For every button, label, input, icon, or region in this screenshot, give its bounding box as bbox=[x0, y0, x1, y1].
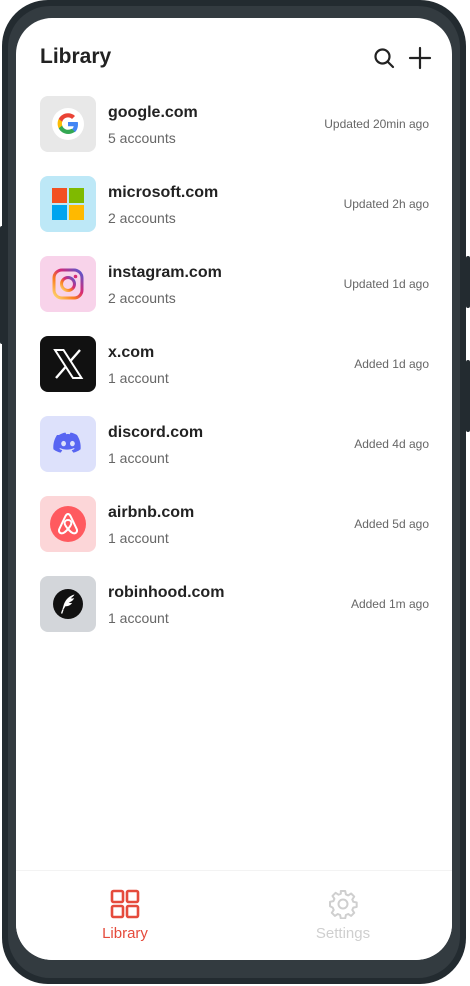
item-count: 5 accounts bbox=[108, 130, 176, 146]
item-meta: Updated 20min ago bbox=[324, 117, 429, 131]
discord-icon bbox=[53, 432, 81, 453]
list-item-discord[interactable]: discord.com 1 account Added 4d ago bbox=[16, 416, 452, 496]
discord-tile bbox=[40, 416, 96, 472]
search-icon[interactable] bbox=[372, 46, 396, 70]
tab-library-label: Library bbox=[102, 925, 148, 942]
item-count: 2 accounts bbox=[108, 290, 176, 306]
item-meta: Added 5d ago bbox=[354, 517, 429, 531]
x-icon bbox=[53, 349, 84, 379]
list-item-microsoft[interactable]: microsoft.com 2 accounts Updated 2h ago bbox=[16, 176, 452, 256]
item-domain: discord.com bbox=[108, 424, 204, 441]
item-count: 1 account bbox=[108, 370, 169, 386]
add-icon[interactable] bbox=[408, 46, 432, 70]
microsoft-icon bbox=[52, 188, 84, 220]
page-title: Library bbox=[40, 45, 112, 68]
grid-icon bbox=[110, 889, 140, 919]
phone-side-button-right-bottom bbox=[466, 360, 470, 432]
item-domain: robinhood.com bbox=[108, 584, 225, 601]
item-count: 1 account bbox=[108, 450, 169, 466]
item-domain: airbnb.com bbox=[108, 504, 195, 521]
robinhood-tile bbox=[40, 576, 96, 632]
item-domain: instagram.com bbox=[108, 264, 222, 281]
instagram-icon bbox=[52, 268, 84, 300]
item-count: 1 account bbox=[108, 530, 169, 546]
tab-library[interactable]: Library bbox=[16, 871, 234, 960]
tab-bar: Library Settings bbox=[16, 870, 452, 960]
microsoft-tile bbox=[40, 176, 96, 232]
airbnb-tile bbox=[40, 496, 96, 552]
item-meta: Added 1d ago bbox=[354, 357, 429, 371]
item-count: 1 account bbox=[108, 610, 169, 626]
google-tile bbox=[40, 96, 96, 152]
item-domain: microsoft.com bbox=[108, 184, 219, 201]
tab-settings-label: Settings bbox=[315, 925, 371, 942]
item-meta: Added 1m ago bbox=[350, 597, 429, 611]
item-domain: google.com bbox=[108, 104, 198, 121]
item-meta: Updated 1d ago bbox=[343, 277, 429, 291]
list-item-google[interactable]: google.com 5 accounts Updated 20min ago bbox=[16, 96, 452, 176]
list-item-airbnb[interactable]: airbnb.com 1 account Added 5d ago bbox=[16, 496, 452, 576]
item-meta: Updated 2h ago bbox=[343, 197, 429, 211]
airbnb-icon bbox=[50, 506, 86, 542]
item-count: 2 accounts bbox=[108, 210, 176, 226]
robinhood-icon bbox=[53, 589, 83, 619]
item-domain: x.com bbox=[108, 344, 155, 361]
instagram-tile bbox=[40, 256, 96, 312]
item-meta: Added 4d ago bbox=[354, 437, 429, 451]
screen: Library google.com 5 accounts Updated 20… bbox=[16, 18, 452, 960]
tab-settings[interactable]: Settings bbox=[234, 871, 452, 960]
phone-side-button-right-top bbox=[466, 256, 470, 308]
x-tile bbox=[40, 336, 96, 392]
header: Library bbox=[16, 18, 452, 96]
phone-side-button-left bbox=[0, 226, 4, 344]
gear-icon bbox=[329, 890, 358, 919]
list-item-instagram[interactable]: instagram.com 2 accounts Updated 1d ago bbox=[16, 256, 452, 336]
google-icon bbox=[52, 108, 84, 140]
list-item-x[interactable]: x.com 1 account Added 1d ago bbox=[16, 336, 452, 416]
list-item-robinhood[interactable]: robinhood.com 1 account Added 1m ago bbox=[16, 576, 452, 656]
